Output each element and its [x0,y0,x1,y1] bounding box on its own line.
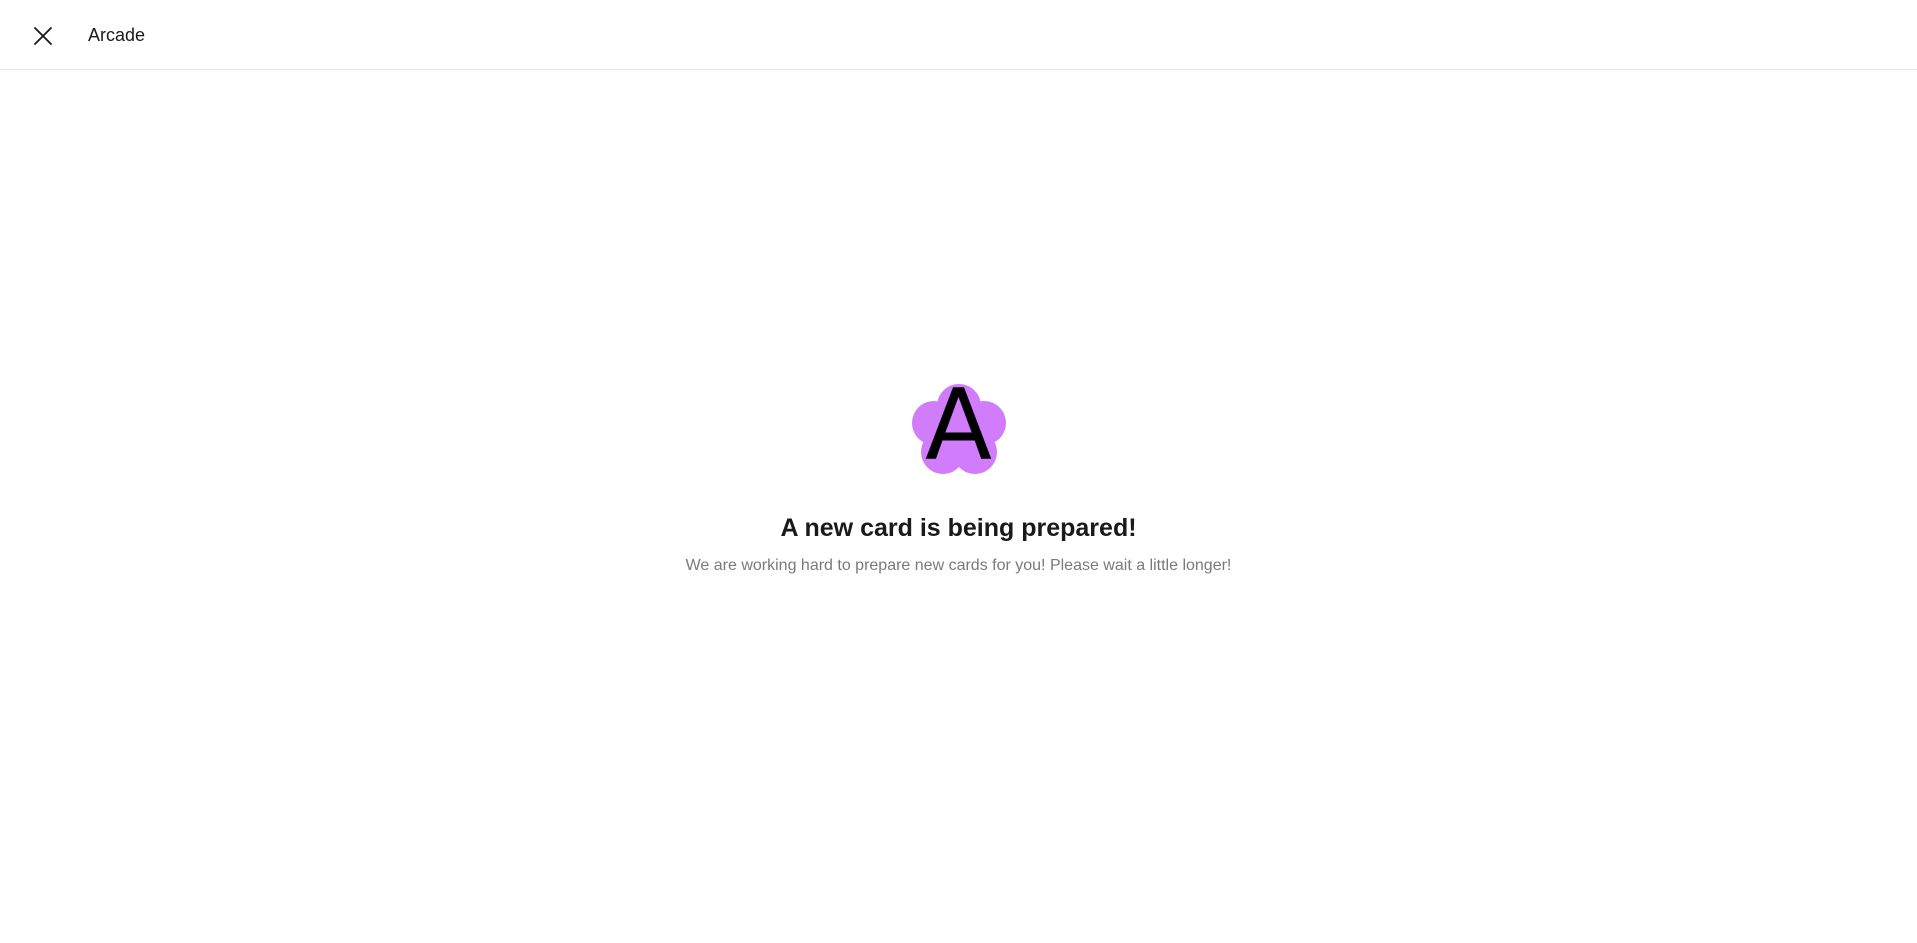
close-icon [34,27,52,45]
top-bar: Arcade [0,0,1917,70]
headline: A new card is being prepared! [780,514,1137,542]
app-title: Arcade [88,25,146,45]
status-message: We are working hard to prepare new cards… [685,557,1232,574]
empty-state: A A new card is being prepared! We are w… [0,374,1917,577]
close-button[interactable] [28,21,58,51]
arcade-logo: A [910,374,1008,478]
logo-letter: A [924,369,993,483]
